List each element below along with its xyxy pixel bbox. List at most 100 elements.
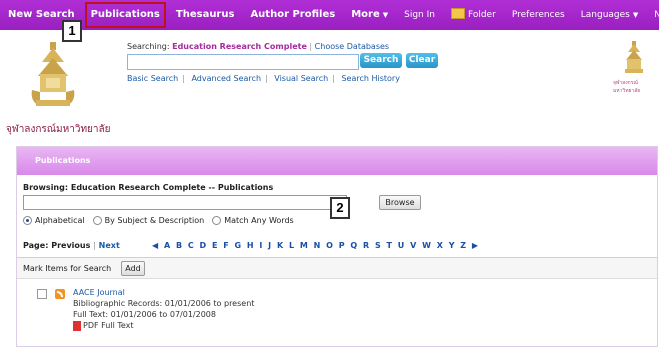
full-text-coverage: Full Text: 01/01/2006 to 07/01/2008 (73, 310, 216, 319)
option-label: Match Any Words (224, 216, 294, 225)
letter-link[interactable]: L (289, 241, 294, 250)
add-button[interactable]: Add (121, 261, 145, 276)
publications-panel: Publications Browsing: Education Researc… (16, 146, 658, 347)
pdf-full-text-link[interactable]: PDF Full Text (83, 321, 134, 330)
nav-sign-in[interactable]: Sign In (396, 0, 443, 30)
clear-button[interactable]: Clear (406, 53, 438, 68)
result-checkbox[interactable] (37, 289, 47, 299)
search-mode-links: Basic Search | Advanced Search | Visual Se… (127, 74, 400, 83)
previous-link: Previous (51, 241, 91, 250)
top-navigation-bar: New Search Publications Thesaurus Author… (0, 0, 659, 30)
letter-link[interactable]: E (212, 241, 217, 250)
separator: | (93, 241, 96, 250)
letter-link[interactable]: I (259, 241, 262, 250)
university-name-caption: จุฬาลงกรณ์มหาวิทยาลัย (6, 124, 111, 135)
result-title-link[interactable]: AACE Journal (73, 288, 125, 297)
nav-languages[interactable]: Languages ▼ (573, 0, 647, 30)
nav-folder[interactable]: Folder (443, 0, 504, 30)
letter-link[interactable]: B (176, 241, 182, 250)
nav-preferences[interactable]: Preferences (504, 0, 573, 30)
visual-search-link[interactable]: Visual Search (274, 74, 328, 83)
browsing-line: Browsing: Education Research Complete --… (23, 183, 273, 192)
letter-link[interactable]: D (200, 241, 207, 250)
nav-publications[interactable]: Publications (83, 0, 168, 30)
letter-link[interactable]: V (410, 241, 416, 250)
nav-more-label: More (351, 9, 380, 20)
radio-icon[interactable] (212, 216, 222, 225)
browsing-value: Education Research Complete -- Publicati… (70, 183, 274, 192)
bibliographic-records: Bibliographic Records: 01/01/2006 to pre… (73, 299, 255, 308)
chevron-down-icon: ▼ (632, 11, 639, 19)
option-by-subject[interactable]: By Subject & Description (92, 216, 205, 225)
letter-link[interactable]: N (314, 241, 321, 250)
next-link[interactable]: Next (99, 241, 120, 250)
mark-items-bar: Mark Items for Search Add (17, 258, 657, 279)
separator: | (182, 74, 185, 83)
letter-link[interactable]: O (326, 241, 333, 250)
letter-link[interactable]: J (268, 241, 271, 250)
browse-options: Alphabetical By Subject & Description Ma… (23, 216, 302, 225)
option-label: By Subject & Description (104, 216, 205, 225)
callout-number-2: 2 (330, 197, 350, 219)
nav-author-profiles[interactable]: Author Profiles (242, 0, 343, 30)
separator: | (309, 42, 313, 51)
letter-link[interactable]: P (339, 241, 345, 250)
previous-letters-icon[interactable]: ◀ (152, 241, 158, 250)
nav-folder-label: Folder (467, 10, 496, 20)
search-button[interactable]: Search (360, 53, 402, 68)
alphabet-index: ◀ A B C D E F G H I J K L M N O P Q R S … (152, 241, 481, 250)
nav-more-menu[interactable]: More ▼ (343, 0, 396, 30)
database-name: Education Research Complete (172, 42, 307, 51)
letter-link[interactable]: C (188, 241, 194, 250)
callout-number-1: 1 (62, 20, 82, 42)
letter-link[interactable]: Y (449, 241, 455, 250)
letter-link[interactable]: U (398, 241, 405, 250)
page-label: Page: (23, 241, 49, 250)
university-logo-small (625, 41, 643, 73)
letter-link[interactable]: F (223, 241, 228, 250)
nav-thesaurus[interactable]: Thesaurus (168, 0, 243, 30)
letter-link[interactable]: Z (460, 241, 466, 250)
searching-line: Searching: Education Research Complete |… (127, 42, 389, 51)
letter-link[interactable]: K (277, 241, 283, 250)
browse-button[interactable]: Browse (379, 195, 421, 210)
letter-link[interactable]: R (363, 241, 369, 250)
next-letters-icon[interactable]: ▶ (472, 241, 478, 250)
university-logo (31, 42, 75, 106)
pdf-icon[interactable] (73, 321, 81, 331)
option-label: Alphabetical (35, 216, 85, 225)
browsing-label: Browsing: (23, 183, 69, 192)
browse-input[interactable] (23, 195, 347, 210)
letter-link[interactable]: T (387, 241, 392, 250)
search-history-link[interactable]: Search History (341, 74, 400, 83)
letter-link[interactable]: S (375, 241, 381, 250)
letter-link[interactable]: X (437, 241, 443, 250)
pagination: Page: Previous | Next (23, 241, 120, 250)
letter-link[interactable]: Q (350, 241, 357, 250)
letter-link[interactable]: H (247, 241, 254, 250)
panel-title: Publications (17, 147, 657, 175)
separator: | (265, 74, 268, 83)
option-alphabetical[interactable]: Alphabetical (23, 216, 85, 225)
mark-items-label: Mark Items for Search (23, 264, 112, 273)
nav-languages-label: Languages (580, 10, 630, 20)
university-name-caption-small: จุฬาลงกรณ์มหาวิทยาลัย (613, 80, 641, 94)
searching-label: Searching: (127, 42, 170, 51)
list-item: AACE Journal Bibliographic Records: 01/0… (23, 288, 423, 349)
letter-link[interactable]: M (300, 241, 308, 250)
letter-link[interactable]: W (422, 241, 431, 250)
letter-link[interactable]: A (164, 241, 170, 250)
chevron-down-icon: ▼ (382, 11, 389, 19)
option-match-any-words[interactable]: Match Any Words (212, 216, 294, 225)
radio-icon[interactable] (92, 216, 102, 225)
search-input[interactable] (127, 54, 359, 70)
letter-link[interactable]: G (235, 241, 242, 250)
rss-feed-icon[interactable] (55, 289, 65, 299)
radio-selected-icon[interactable] (23, 216, 32, 225)
nav-new-features[interactable]: New Features! (646, 0, 659, 30)
choose-databases-link[interactable]: Choose Databases (315, 42, 389, 51)
separator: | (332, 74, 335, 83)
basic-search-link[interactable]: Basic Search (127, 74, 178, 83)
folder-icon (450, 8, 465, 19)
advanced-search-link[interactable]: Advanced Search (191, 74, 261, 83)
